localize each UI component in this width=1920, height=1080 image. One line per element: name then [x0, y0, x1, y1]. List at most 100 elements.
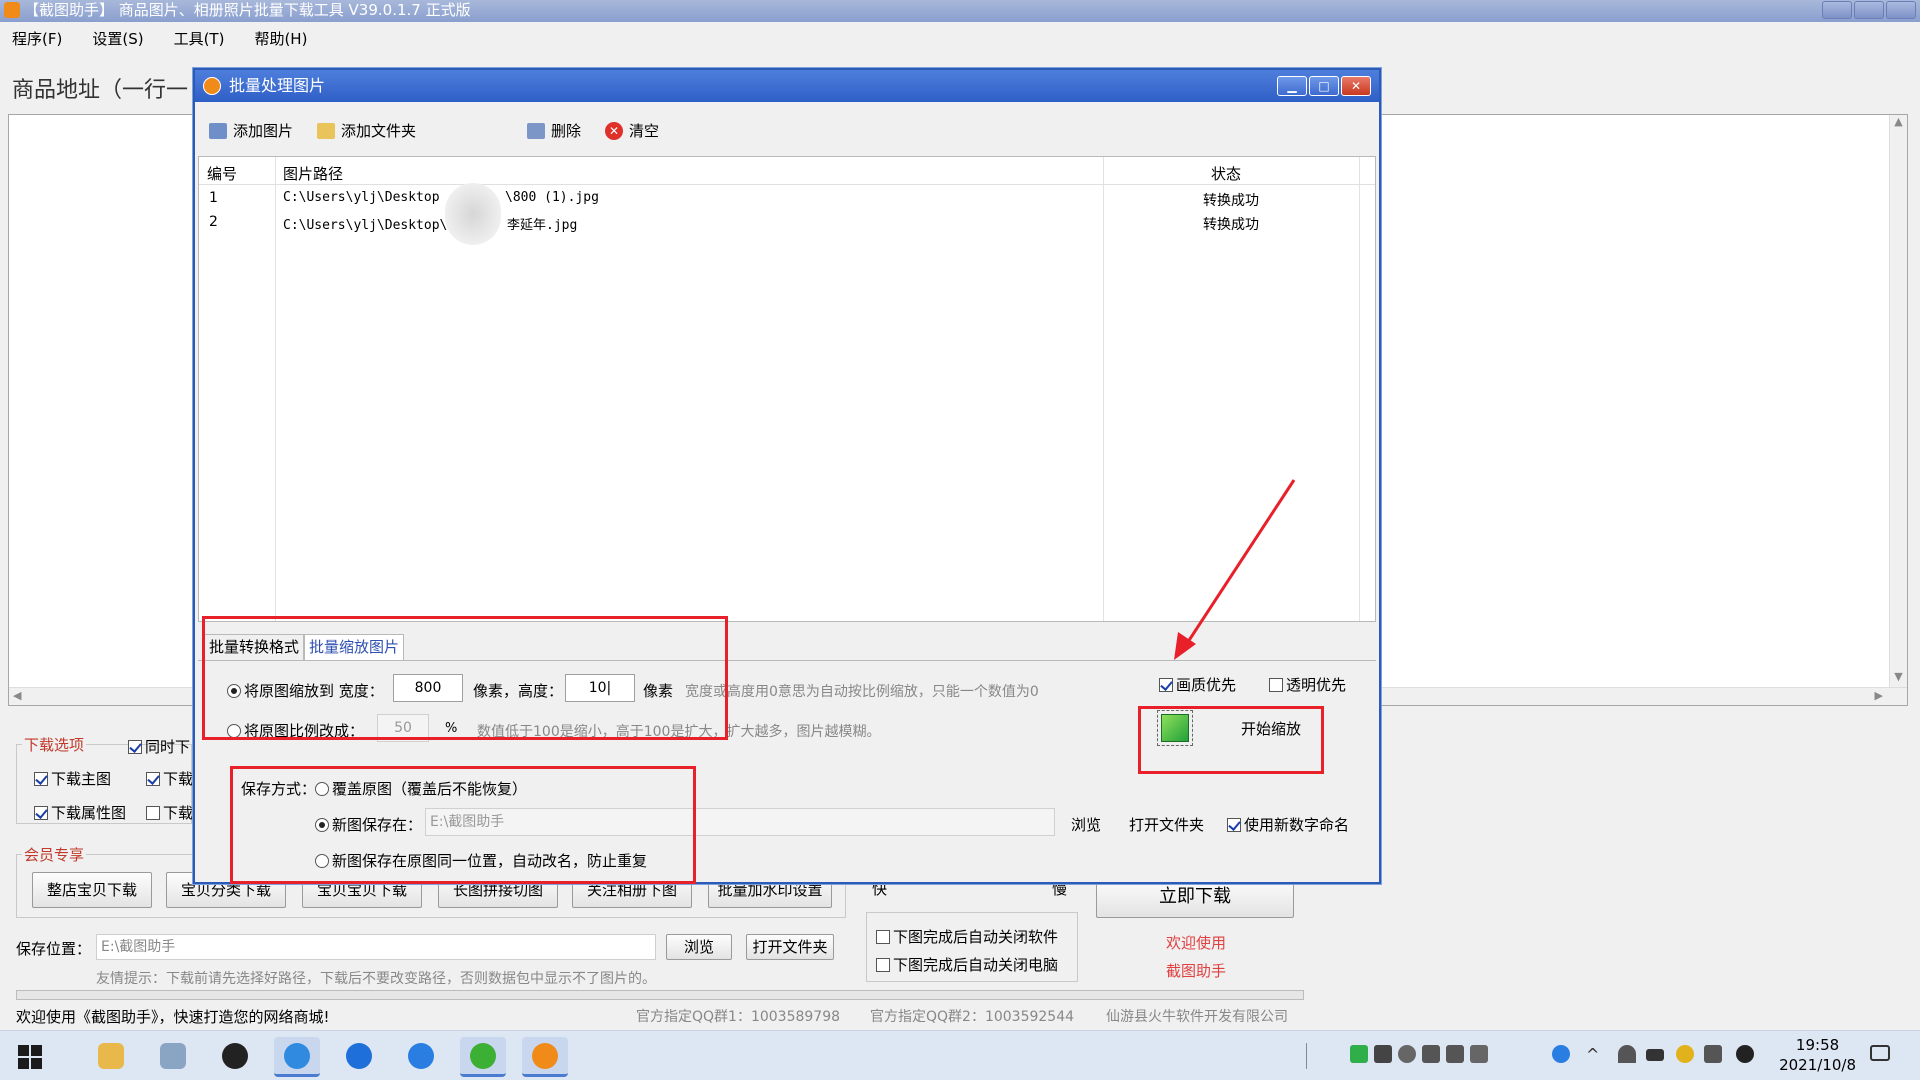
delete-button[interactable]: 删除 [527, 120, 581, 141]
menu-help[interactable]: 帮助(H) [254, 28, 307, 52]
download-options-label: 下载选项 [22, 734, 87, 755]
main-browse-button[interactable]: 浏览 [666, 934, 732, 960]
browser-icon [284, 1043, 310, 1069]
dialog-minimize-button[interactable]: ▁ [1277, 76, 1307, 96]
tray-volume-icon[interactable] [1704, 1045, 1722, 1063]
tray-chevron-up-icon[interactable]: ^ [1586, 1045, 1604, 1064]
download-progress-bar [16, 990, 1304, 1000]
table-row[interactable]: 2 C:\Users\ylj\Desktop\看 李延年.jpg 转换成功 [199, 211, 1375, 235]
dialog-app-icon [203, 77, 221, 95]
numeric-rename-checkbox[interactable]: 使用新数字命名 [1227, 814, 1349, 835]
tray-wifi-icon[interactable] [1618, 1045, 1636, 1063]
folder-icon [98, 1043, 124, 1069]
red-arrow-annotation [1174, 479, 1296, 660]
tray-help-icon[interactable] [1552, 1045, 1570, 1063]
table-row[interactable]: 1 C:\Users\ylj\Desktop \800 (1).jpg 转换成功 [199, 187, 1375, 211]
highlight-save-mode [230, 766, 696, 884]
tray-qq-icon[interactable] [1736, 1045, 1754, 1063]
tray-battery-icon[interactable] [1646, 1049, 1664, 1061]
system-clock[interactable]: 19:58 2021/10/8 [1779, 1035, 1856, 1075]
dialog-open-folder-button[interactable]: 打开文件夹 [1129, 814, 1204, 835]
quality-first-checkbox[interactable]: 画质优先 [1159, 674, 1236, 695]
status-welcome-text: 欢迎使用《截图助手》，快速打造您的网络商城! [16, 1008, 330, 1026]
clear-icon: ✕ [605, 121, 623, 140]
column-number[interactable]: 编号 [207, 163, 237, 184]
dialog-close-button[interactable]: ✕ [1341, 76, 1371, 96]
main-window-title: 【截图助手】 商品图片、相册照片批量下载工具 V39.0.1.7 正式版 [24, 1, 471, 19]
add-image-button[interactable]: 添加图片 [209, 120, 293, 141]
option-attribute-image-checkbox[interactable]: 下载属性图 [34, 802, 126, 823]
status-bar: 欢迎使用《截图助手》，快速打造您的网络商城! 官方指定QQ群1：10035897… [0, 1000, 1920, 1030]
taskbar-app-5[interactable] [336, 1037, 382, 1077]
taskbar-app-2[interactable] [150, 1037, 196, 1077]
table-header: 编号 图片路径 状态 [199, 157, 1375, 185]
company-name: 仙游县火牛软件开发有限公司 [1106, 1009, 1288, 1025]
dialog-titlebar[interactable]: 批量处理图片 ▁ □ ✕ [195, 70, 1379, 102]
download-tip: 友情提示：下载前请先选择好路径，下载后不要改变路径，否则数据包中显示不了图片的。 [96, 971, 656, 987]
option-download-2-checkbox[interactable]: 下载 [146, 768, 193, 789]
download-arrow-icon [532, 1043, 558, 1069]
dialog-maximize-button[interactable]: □ [1309, 76, 1339, 96]
qq-group-1: 官方指定QQ群1：1003589798 [636, 1009, 841, 1025]
column-path[interactable]: 图片路径 [283, 163, 343, 184]
taskbar-browser[interactable] [274, 1037, 320, 1077]
maximize-button[interactable] [1854, 1, 1884, 19]
welcome-line-1: 欢迎使用 [1166, 934, 1227, 952]
tray-app-icon[interactable] [1676, 1045, 1694, 1063]
add-folder-button[interactable]: 添加文件夹 [317, 120, 416, 141]
highlight-start-scale [1138, 706, 1324, 774]
tray-keyboard-icon[interactable] [1446, 1045, 1464, 1063]
minimize-button[interactable] [1822, 1, 1852, 19]
app-icon-5 [346, 1043, 372, 1069]
option-same-time-checkbox[interactable]: 同时下 [128, 736, 190, 757]
auto-shutdown-checkbox[interactable]: 下图完成后自动关闭电脑 [876, 954, 1058, 975]
tray-search-icon[interactable] [1422, 1045, 1440, 1063]
highlight-resize-area [202, 616, 728, 740]
add-image-icon [209, 122, 227, 139]
scale-hint: 宽度或高度用0意思为自动按比例缩放，只能一个数值为0 [685, 684, 1039, 700]
feather-icon [408, 1043, 434, 1069]
whole-shop-download-button[interactable]: 整店宝贝下载 [32, 872, 152, 908]
menu-program[interactable]: 程序(F) [12, 28, 62, 52]
taskbar-file-explorer[interactable] [88, 1037, 134, 1077]
main-window-titlebar[interactable]: 【截图助手】 商品图片、相册照片批量下载工具 V39.0.1.7 正式版 [0, 0, 1920, 22]
wechat-icon [470, 1043, 496, 1069]
clock-date: 2021/10/8 [1779, 1056, 1856, 1074]
save-location-input[interactable]: E:\截图助手 [96, 934, 656, 960]
menu-tools[interactable]: 工具(T) [174, 28, 225, 52]
taskbar-qq[interactable] [212, 1037, 258, 1077]
auto-close-software-checkbox[interactable]: 下图完成后自动关闭软件 [876, 926, 1058, 947]
dialog-title: 批量处理图片 [229, 76, 326, 95]
tray-sogou-icon[interactable] [1350, 1045, 1368, 1063]
textarea-vertical-scrollbar[interactable]: ▲ ▼ [1889, 115, 1907, 705]
tray-tool-icon[interactable] [1470, 1045, 1488, 1063]
qq-icon [222, 1043, 248, 1069]
transparent-first-checkbox[interactable]: 透明优先 [1269, 674, 1346, 695]
app-icon-2 [160, 1043, 186, 1069]
taskbar-app-6[interactable] [398, 1037, 444, 1077]
blurred-region [445, 183, 501, 245]
app-icon [4, 2, 20, 18]
tray-moon-icon[interactable] [1398, 1045, 1416, 1063]
start-button[interactable] [6, 1037, 52, 1077]
windows-icon [18, 1045, 42, 1069]
taskbar-wechat[interactable] [460, 1037, 506, 1077]
clear-button[interactable]: ✕ 清空 [605, 120, 659, 141]
option-main-image-checkbox[interactable]: 下载主图 [34, 768, 111, 789]
column-status[interactable]: 状态 [1211, 163, 1241, 184]
menu-settings[interactable]: 设置(S) [92, 28, 143, 52]
option-download-3-checkbox[interactable]: 下载 [146, 802, 193, 823]
main-open-folder-button[interactable]: 打开文件夹 [746, 934, 834, 960]
save-location-label: 保存位置： [16, 940, 92, 958]
taskbar: ^ 19:58 2021/10/8 [0, 1030, 1920, 1080]
add-folder-icon [317, 122, 335, 139]
member-group-label: 会员专享 [22, 844, 87, 865]
delete-icon [527, 122, 545, 139]
notification-icon[interactable] [1870, 1045, 1890, 1061]
welcome-line-2: 截图助手 [1166, 962, 1227, 980]
tray-ime-icon[interactable] [1374, 1045, 1392, 1063]
menu-bar: 程序(F) 设置(S) 工具(T) 帮助(H) [0, 28, 307, 52]
taskbar-screenshot-helper[interactable] [522, 1037, 568, 1077]
close-button[interactable] [1886, 1, 1916, 19]
dialog-browse-button[interactable]: 浏览 [1071, 814, 1101, 835]
